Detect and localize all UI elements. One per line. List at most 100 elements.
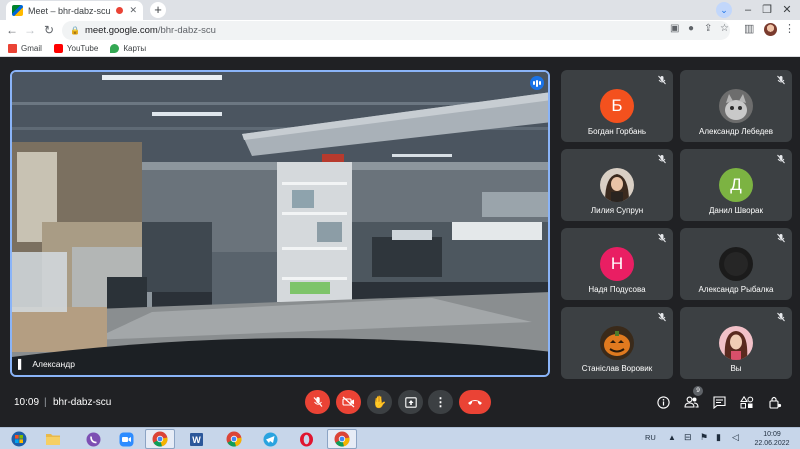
chat-button[interactable] — [711, 394, 727, 410]
bookmark-label: Gmail — [21, 44, 42, 53]
reload-button[interactable]: ↻ — [41, 22, 57, 38]
present-screen-button[interactable] — [398, 390, 423, 414]
bookmark-star-icon[interactable]: ☆ — [720, 23, 729, 34]
participant-name: Лилия Супрун — [590, 206, 644, 215]
back-button[interactable]: ← — [4, 22, 20, 38]
participant-name: Вы — [730, 364, 742, 373]
participant-tile-self[interactable]: Вы — [680, 307, 792, 379]
gmail-icon — [8, 44, 17, 53]
participant-tile[interactable]: Александр Лебедев — [680, 70, 792, 142]
participant-tile[interactable]: Лилия Супрун — [561, 149, 673, 221]
hang-up-icon — [468, 400, 482, 405]
volume-icon[interactable]: ◁ — [732, 432, 739, 443]
forward-button[interactable]: → — [22, 22, 38, 38]
close-tab-icon[interactable]: ✕ — [129, 5, 137, 16]
participant-avatar: Д — [719, 168, 753, 202]
participant-tile[interactable]: Станіслав Воровик — [561, 307, 673, 379]
participant-avatar — [600, 168, 634, 202]
mic-off-icon — [777, 312, 785, 322]
folder-icon — [46, 434, 60, 445]
zoom-icon — [119, 432, 133, 446]
participant-avatar — [719, 89, 753, 123]
participant-name: Александр Рыбалка — [698, 285, 774, 294]
meeting-info-separator: | — [44, 397, 47, 408]
bookmark-gmail[interactable]: Gmail — [8, 44, 42, 53]
taskbar-chrome-3[interactable] — [327, 429, 357, 449]
telegram-icon — [263, 432, 277, 446]
more-options-button[interactable]: ⋮ — [428, 390, 453, 414]
mic-off-icon — [313, 397, 322, 407]
viber-icon — [86, 432, 100, 446]
meeting-code: bhr-dabz-scu — [53, 397, 112, 408]
network-icon[interactable]: ⊟ — [684, 432, 692, 443]
windows-taskbar: W RU ▲ ⊟ ⚑ ▮ ◁ 10:09 22.06.2022 — [0, 427, 800, 449]
host-controls-button[interactable] — [767, 394, 783, 410]
info-icon — [656, 395, 670, 409]
main-speaker-name: Александр — [32, 359, 75, 369]
main-video-tile[interactable]: ▌ Александр — [10, 70, 550, 377]
tab-strip: Meet – bhr-dabz-scu ✕ + ⌄ – ❐ ✕ — [0, 0, 800, 20]
profile-avatar[interactable] — [764, 23, 777, 36]
pin-icon[interactable]: ▌ — [18, 359, 24, 369]
activities-icon — [740, 395, 754, 408]
svg-text:W: W — [192, 435, 201, 445]
activities-button[interactable] — [739, 394, 755, 410]
close-window-button[interactable]: ✕ — [777, 0, 797, 20]
hand-icon: ✋ — [372, 395, 387, 409]
participant-tile[interactable]: Б Богдан Горбань — [561, 70, 673, 142]
restore-button[interactable]: ❐ — [757, 0, 777, 20]
tray-overflow-icon[interactable]: ▲ — [668, 433, 676, 442]
camera-toggle-button[interactable] — [336, 390, 361, 414]
mic-off-icon — [658, 312, 666, 322]
show-everyone-button[interactable] — [683, 394, 699, 410]
participant-name: Станіслав Воровик — [581, 364, 653, 373]
tab-search-button[interactable]: ⌄ — [716, 2, 732, 18]
taskbar-zoom[interactable] — [111, 429, 141, 449]
participant-tile[interactable]: Д Данил Шворак — [680, 149, 792, 221]
chrome-profile-icon — [334, 431, 350, 447]
taskbar-viber[interactable] — [78, 429, 108, 449]
battery-icon[interactable]: ▮ — [716, 432, 721, 443]
lock-icon: 🔒 — [70, 26, 80, 35]
lock-person-icon — [768, 396, 781, 409]
microphone-in-use-icon[interactable]: ● — [688, 23, 694, 34]
minimize-button[interactable]: – — [738, 0, 758, 20]
bookmark-maps[interactable]: Карты — [110, 44, 146, 53]
taskbar-word[interactable]: W — [181, 429, 211, 449]
participant-avatar: Б — [600, 89, 634, 123]
clock-date: 22.06.2022 — [754, 440, 790, 447]
taskbar-chrome-2[interactable] — [219, 429, 249, 449]
new-tab-button[interactable]: + — [150, 2, 166, 18]
more-vert-icon: ⋮ — [434, 395, 447, 409]
raise-hand-button[interactable]: ✋ — [367, 390, 392, 414]
participant-tile[interactable]: Н Надя Подусова — [561, 228, 673, 300]
browser-tab-meet[interactable]: Meet – bhr-dabz-scu ✕ — [6, 1, 143, 20]
tab-title: Meet – bhr-dabz-scu — [28, 5, 111, 16]
taskbar-telegram[interactable] — [255, 429, 285, 449]
url-path: /bhr-dabz-scu — [157, 25, 216, 36]
participant-name: Данил Шворак — [709, 206, 763, 215]
meet-stage: ▌ Александр Б Богдан Горбань Александр Л… — [0, 57, 800, 427]
camera-off-icon — [342, 396, 355, 408]
address-bar[interactable]: 🔒 meet.google.com/bhr-dabz-scu — [62, 21, 730, 40]
mic-off-icon — [658, 75, 666, 85]
flag-icon[interactable]: ⚑ — [700, 432, 708, 443]
camera-in-use-icon[interactable]: ▣ — [670, 23, 679, 34]
main-speaker-label: ▌ Александр — [18, 359, 75, 369]
side-panel-icon[interactable]: ▥ — [744, 22, 754, 35]
input-language[interactable]: RU — [645, 433, 656, 442]
start-button[interactable] — [4, 429, 34, 449]
leave-call-button[interactable] — [459, 390, 491, 414]
system-clock[interactable]: 10:09 22.06.2022 — [752, 430, 792, 448]
mic-toggle-button[interactable] — [305, 390, 330, 414]
bookmark-youtube[interactable]: YouTube — [53, 44, 98, 53]
share-icon[interactable]: ⇪ — [704, 23, 712, 34]
chrome-menu-icon[interactable]: ⋮ — [784, 22, 795, 35]
taskbar-opera[interactable] — [291, 429, 321, 449]
taskbar-file-explorer[interactable] — [38, 429, 68, 449]
opera-icon — [299, 432, 313, 446]
participant-tile[interactable]: Александр Рыбалка — [680, 228, 792, 300]
meeting-details-button[interactable] — [655, 394, 671, 410]
taskbar-chrome-active[interactable] — [145, 429, 175, 449]
mic-off-icon — [777, 75, 785, 85]
